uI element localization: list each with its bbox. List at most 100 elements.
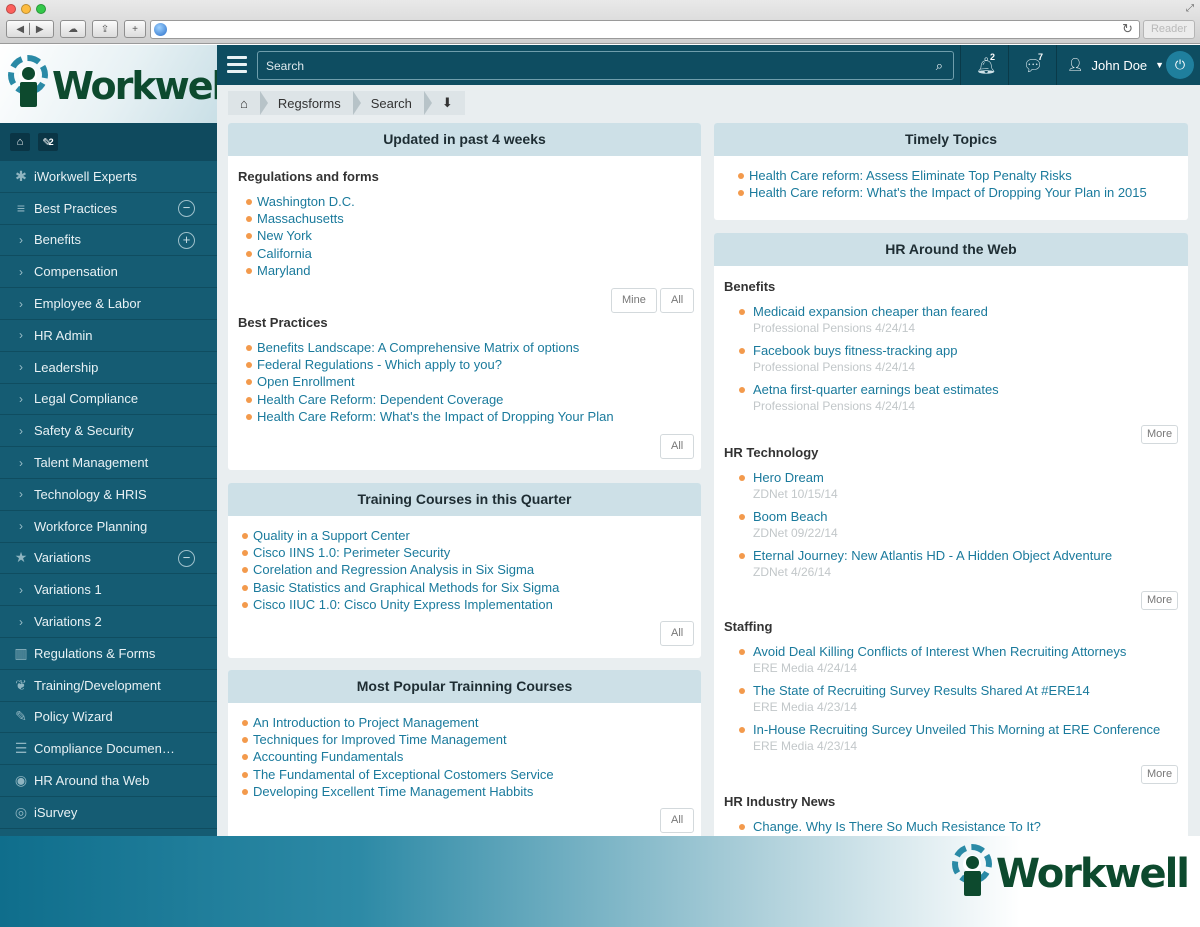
sidebar: Workwell ⌂ ✎ 2 ✱ iWorkwell Experts ≡ Best Pr… — [0, 45, 236, 836]
all-button[interactable]: All — [660, 808, 695, 833]
news-title-link[interactable]: Facebook buys fitness-tracking app — [753, 342, 1184, 359]
list-item-link[interactable]: Health Care reform: Assess Eliminate Top… — [728, 167, 1188, 184]
search-input[interactable] — [258, 52, 918, 79]
list-item-link[interactable]: Corelation and Regression Analysis in Si… — [232, 561, 692, 578]
list-item-link[interactable]: Open Enrollment — [232, 373, 692, 390]
sidebar-item[interactable]: ◎ iSurvey — [0, 797, 217, 829]
list-item-link[interactable]: Basic Statistics and Graphical Methods f… — [232, 579, 692, 596]
home-button[interactable]: ⌂ — [10, 133, 30, 151]
all-button[interactable]: All — [660, 288, 695, 313]
minimize-window-button[interactable] — [21, 4, 31, 14]
all-button[interactable]: All — [660, 434, 695, 459]
list-item-link[interactable]: An Introduction to Project Management — [232, 714, 692, 731]
news-title-link[interactable]: Eternal Journey: New Atlantis HD - A Hid… — [753, 547, 1184, 564]
sidebar-item[interactable]: › Talent Management — [0, 447, 217, 479]
all-button[interactable]: All — [660, 621, 695, 646]
list-item-link[interactable]: The Fundamental of Exceptional Costomers… — [232, 766, 692, 783]
user-menu[interactable]: 👤︎ John Doe ▼ — [1067, 57, 1164, 73]
new-tab-button[interactable]: + — [124, 20, 146, 38]
sidebar-item[interactable]: › Workforce Planning — [0, 511, 217, 543]
collapse-icon[interactable]: − — [178, 199, 195, 217]
chevron-right-icon: › — [19, 423, 23, 438]
mine-button[interactable]: Mine — [611, 288, 657, 313]
logo-text: Workwell — [52, 64, 236, 108]
browser-nav: ◀ │ ▶ ☁ ⇪ + — [6, 20, 146, 38]
list-item-link[interactable]: Health Care Reform: What's the Impact of… — [232, 408, 692, 425]
news-title-link[interactable]: Medicaid expansion cheaper than feared — [753, 303, 1184, 320]
sidebar-item[interactable]: ❦ Training/Development — [0, 670, 217, 702]
back-icon[interactable]: ◀ — [16, 24, 24, 35]
list-item-link[interactable]: Cisco IIUC 1.0: Cisco Unity Express Impl… — [232, 596, 692, 613]
list-item-link[interactable]: New York — [232, 227, 692, 244]
sidebar-item[interactable]: › Legal Compliance — [0, 384, 217, 416]
sidebar-item[interactable]: ✎ Policy Wizard — [0, 702, 217, 734]
more-button[interactable]: More — [1141, 425, 1179, 444]
list-item-link[interactable]: Cisco IINS 1.0: Perimeter Security — [232, 544, 692, 561]
sidebar-item[interactable]: › Employee & Labor — [0, 288, 217, 320]
list-item-link[interactable]: California — [232, 245, 692, 262]
list-item-link[interactable]: Benefits Landscape: A Comprehensive Matr… — [232, 339, 692, 356]
list-item-link[interactable]: Maryland — [232, 262, 692, 279]
search-icon[interactable]: ⌕ — [936, 58, 943, 74]
sidebar-item[interactable]: › Compensation — [0, 256, 217, 289]
reader-button[interactable]: Reader — [1143, 20, 1195, 39]
menu-toggle-button[interactable] — [227, 56, 247, 73]
gear-i-icon — [952, 844, 996, 896]
news-title-link[interactable]: Boom Beach — [753, 508, 1184, 525]
collapse-icon[interactable]: − — [178, 549, 195, 567]
news-title-link[interactable]: In-House Recruiting Surcey Unveiled This… — [753, 721, 1184, 738]
news-title-link[interactable]: Hero Dream — [753, 469, 1184, 486]
logout-button[interactable]: ⏻ — [1166, 51, 1194, 79]
user-tasks-button[interactable]: ✎ 2 — [38, 133, 58, 151]
more-button[interactable]: More — [1141, 765, 1179, 784]
share-button[interactable]: ⇪ — [92, 20, 118, 38]
news-source: ZDNet 09/22/14 — [753, 526, 838, 540]
list-item-link[interactable]: Health Care Reform: Dependent Coverage — [232, 391, 692, 408]
expand-icon[interactable]: + — [178, 231, 195, 249]
news-title-link[interactable]: Avoid Deal Killing Conflicts of Interest… — [753, 643, 1184, 660]
icloud-tabs-button[interactable]: ☁ — [60, 20, 86, 38]
fullscreen-icon[interactable]: ⤢ — [1186, 3, 1194, 14]
list-item-link[interactable]: Techniques for Improved Time Management — [232, 731, 692, 748]
sidebar-item[interactable]: ◉ HR Around tha Web — [0, 765, 217, 797]
address-bar[interactable]: ↻ — [150, 20, 1140, 39]
main-content: ⌂ Regsforms Search ⬇ Updated in past 4 w… — [217, 85, 1200, 836]
news-title-link[interactable]: The State of Recruiting Survey Results S… — [753, 682, 1184, 699]
list-item-link[interactable]: Massachusetts — [232, 210, 692, 227]
forward-icon[interactable]: ▶ — [36, 24, 44, 35]
sidebar-item-label: Variations — [34, 550, 91, 566]
home-icon: ⌂ — [16, 136, 24, 148]
news-title-link[interactable]: Aetna first-quarter earnings beat estima… — [753, 381, 1184, 398]
list-item-link[interactable]: Developing Excellent Time Management Hab… — [232, 783, 692, 800]
sidebar-item[interactable]: ☰ Compliance Documen… — [0, 733, 217, 766]
sidebar-item[interactable]: › Safety & Security — [0, 415, 217, 448]
back-forward-buttons[interactable]: ◀ │ ▶ — [6, 20, 54, 38]
breadcrumb-item[interactable]: Regsforms — [259, 91, 361, 115]
breadcrumb-home[interactable]: ⌂ — [228, 91, 268, 115]
news-list: Medicaid expansion cheaper than feared Pr… — [724, 303, 1184, 420]
sidebar-item[interactable]: › Leadership — [0, 352, 217, 384]
iworkwell-logo[interactable]: Workwell — [8, 55, 236, 108]
sidebar-item[interactable]: ≡ Best Practices − — [0, 193, 217, 225]
list-item-link[interactable]: Quality in a Support Center — [232, 527, 692, 544]
list-item-link[interactable]: Accounting Fundamentals — [232, 748, 692, 765]
reload-icon[interactable]: ↻ — [1122, 21, 1133, 37]
asterisk-icon: ✱ — [15, 167, 27, 184]
sidebar-item[interactable]: › Variations 1 — [0, 574, 217, 607]
sidebar-item[interactable]: › Benefits + — [0, 225, 217, 257]
more-button[interactable]: More — [1141, 591, 1179, 610]
sidebar-item[interactable]: ★ Variations − — [0, 543, 217, 575]
list-item-link[interactable]: Health Care reform: What's the Impact of… — [728, 184, 1188, 201]
sidebar-item[interactable]: ✱ iWorkwell Experts — [0, 161, 217, 193]
sidebar-item[interactable]: ▥ Regulations & Forms — [0, 638, 217, 670]
regulations-list: Washington D.C. Massachusetts New York Cali… — [232, 193, 692, 279]
sidebar-item[interactable]: › Variations 2 — [0, 606, 217, 638]
list-item-link[interactable]: Washington D.C. — [232, 193, 692, 210]
breadcrumb-item[interactable]: Search — [352, 91, 433, 115]
news-title-link[interactable]: Change. Why Is There So Much Resistance … — [753, 818, 1184, 835]
zoom-window-button[interactable] — [36, 4, 46, 14]
list-item-link[interactable]: Federal Regulations - Which apply to you… — [232, 356, 692, 373]
close-window-button[interactable] — [6, 4, 16, 14]
sidebar-item[interactable]: › HR Admin — [0, 320, 217, 352]
sidebar-item[interactable]: › Technology & HRIS — [0, 479, 217, 511]
